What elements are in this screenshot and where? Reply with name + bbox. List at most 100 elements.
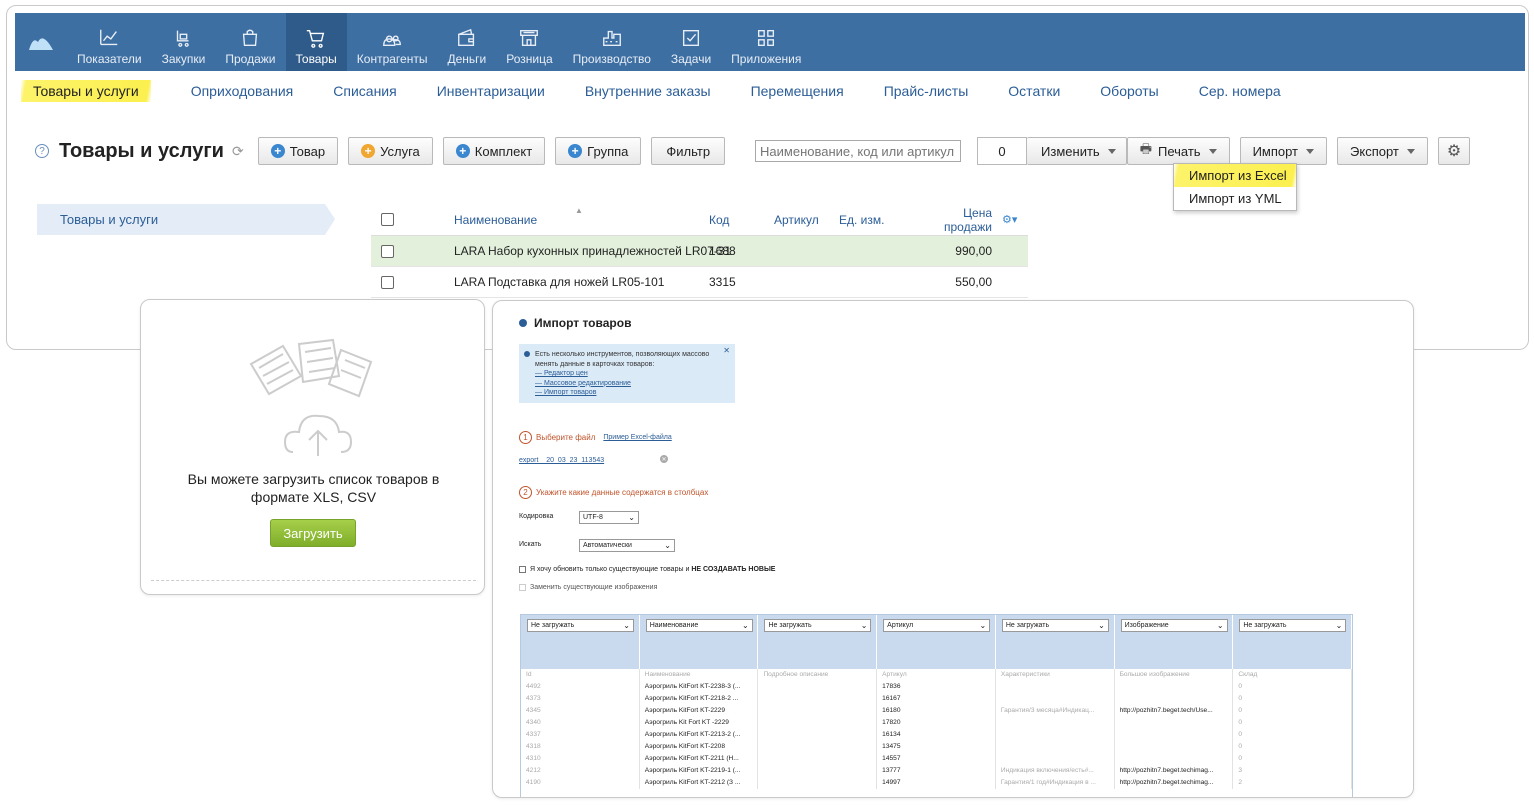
column-unit[interactable]: Ед. изм.	[839, 213, 884, 227]
column-type-select[interactable]: Артикул	[883, 619, 991, 632]
search-input[interactable]	[755, 140, 962, 162]
mapping-column: Наименование	[640, 615, 759, 669]
subnav-item-5[interactable]: Перемещения	[751, 83, 844, 99]
price-editor-link[interactable]: — Редактор цен	[535, 369, 727, 379]
preview-cell	[996, 681, 1115, 693]
preview-cell	[996, 741, 1115, 753]
preview-row: 4318 Аэрогриль KitFort KT-2208 13475 0	[521, 741, 1353, 753]
subnav-item-6[interactable]: Прайс-листы	[884, 83, 969, 99]
import-yml-item[interactable]: Импорт из YML	[1174, 187, 1296, 210]
replace-images-option[interactable]: Заменить существующие изображения	[519, 584, 657, 591]
preview-cell: Большое изображение	[1115, 669, 1234, 681]
subnav-item-2[interactable]: Списания	[333, 83, 396, 99]
column-type-select[interactable]: Не загружать	[764, 619, 872, 632]
edit-button[interactable]: Изменить	[1027, 137, 1127, 165]
upload-button[interactable]: Загрузить	[270, 519, 356, 547]
filter-button[interactable]: Фильтр	[651, 137, 726, 165]
select-all-checkbox[interactable]	[381, 213, 394, 226]
example-file-link[interactable]: Пример Excel-файла	[603, 434, 671, 441]
print-button[interactable]: 🖶 Печать	[1126, 137, 1230, 165]
nav-item-0[interactable]: Показатели	[67, 13, 152, 71]
product-name[interactable]: LARA Подставка для ножей LR05-101	[454, 275, 664, 289]
preview-cell: 2	[1233, 777, 1353, 789]
nav-item-8[interactable]: Задачи	[661, 13, 721, 71]
product-name[interactable]: LARA Набор кухонных принадлежностей LR07…	[454, 244, 731, 258]
add-kit-button[interactable]: + Комплект	[442, 137, 546, 165]
mass-edit-link[interactable]: — Массовое редактирование	[535, 379, 727, 389]
column-type-select[interactable]: Не загружать	[1001, 619, 1109, 632]
nav-item-7[interactable]: Производство	[563, 13, 661, 71]
column-type-select[interactable]: Не загружать	[1239, 619, 1347, 632]
selected-counter: 0	[977, 137, 1028, 165]
add-group-button[interactable]: + Группа	[555, 137, 642, 165]
row-checkbox[interactable]	[381, 275, 394, 289]
column-type-select[interactable]: Наименование	[645, 619, 753, 632]
preview-cell: 13475	[877, 741, 996, 753]
update-only-checkbox[interactable]	[519, 566, 526, 573]
preview-cell: 0	[1233, 681, 1353, 693]
search-by-select[interactable]: Автоматически	[579, 539, 675, 552]
refresh-icon[interactable]: ⟳	[232, 143, 244, 160]
subnav-item-3[interactable]: Инвентаризации	[437, 83, 545, 99]
table-row[interactable]: LARA Подставка для ножей LR05-101 3315 5…	[371, 267, 1028, 298]
column-settings-icon[interactable]: ⚙▾	[1002, 213, 1017, 226]
logo-icon[interactable]	[15, 13, 67, 71]
tasks-icon	[682, 29, 700, 47]
subnav-item-7[interactable]: Остатки	[1008, 83, 1060, 99]
nav-item-1[interactable]: Закупки	[152, 13, 216, 71]
add-product-button[interactable]: + Товар	[257, 137, 339, 165]
add-service-button[interactable]: + Услуга	[348, 137, 433, 165]
nav-item-9[interactable]: Приложения	[721, 13, 811, 71]
preview-cell	[758, 753, 878, 765]
encoding-select[interactable]: UTF-8	[579, 511, 639, 524]
preview-cell	[758, 717, 878, 729]
nav-label: Продажи	[225, 52, 276, 66]
preview-cell: Аэрогриль KitFort KT-2229	[640, 705, 759, 717]
nav-label: Товары	[295, 52, 337, 66]
sidebar-folder[interactable]: Товары и услуги	[37, 204, 335, 235]
chevron-down-icon	[1306, 148, 1315, 154]
remove-file-icon[interactable]: ✕	[660, 455, 668, 463]
nav-item-2[interactable]: Продажи	[215, 13, 285, 71]
close-icon[interactable]: ✕	[723, 346, 730, 356]
import-dropdown: Импорт из Excel Импорт из YML	[1173, 163, 1297, 211]
column-name[interactable]: Наименование	[454, 213, 537, 227]
nav-item-3[interactable]: Товары	[285, 13, 347, 71]
mapping-column: Не загружать	[758, 615, 878, 669]
subnav-item-9[interactable]: Сер. номера	[1199, 83, 1281, 99]
preview-cell: 14997	[877, 777, 996, 789]
subnav-item-1[interactable]: Оприходования	[191, 83, 294, 99]
step-number: 2	[519, 486, 532, 499]
column-type-select[interactable]: Изображение	[1120, 619, 1228, 632]
subnav-item-0[interactable]: Товары и услуги	[21, 80, 151, 102]
column-code[interactable]: Код	[709, 213, 729, 227]
settings-button[interactable]: ⚙	[1437, 137, 1471, 165]
nav-item-5[interactable]: Деньги	[437, 13, 496, 71]
row-checkbox[interactable]	[381, 244, 394, 258]
table-row[interactable]: LARA Набор кухонных принадлежностей LR07…	[371, 236, 1028, 267]
preview-cell: Наименование	[640, 669, 759, 681]
import-excel-item[interactable]: Импорт из Excel	[1174, 164, 1296, 187]
nav-label: Контрагенты	[356, 52, 428, 66]
subnav-item-8[interactable]: Обороты	[1100, 83, 1158, 99]
add-service-label: Услуга	[380, 143, 420, 159]
selected-file-link[interactable]: export__20_03_23_113543	[519, 457, 604, 464]
help-icon[interactable]	[519, 319, 527, 327]
column-type-select[interactable]: Не загружать	[527, 619, 634, 632]
plus-icon: +	[568, 144, 583, 158]
preview-cell	[758, 681, 878, 693]
import-products-link[interactable]: — Импорт товаров	[535, 388, 727, 398]
nav-item-4[interactable]: Контрагенты	[347, 13, 438, 71]
import-button[interactable]: Импорт	[1239, 137, 1328, 165]
replace-images-checkbox[interactable]	[519, 584, 526, 591]
column-price[interactable]: Цена продажи	[921, 206, 992, 234]
nav-item-6[interactable]: Розница	[496, 13, 562, 71]
update-only-option[interactable]: Я хочу обновить только существующие това…	[519, 566, 775, 573]
preview-cell: 14557	[877, 753, 996, 765]
column-article[interactable]: Артикул	[774, 213, 819, 227]
preview-cell: Id	[521, 669, 640, 681]
subnav-item-4[interactable]: Внутренние заказы	[585, 83, 711, 99]
help-icon[interactable]: ?	[35, 144, 49, 158]
preview-cell: http://pozhitn7.beget.techimag...	[1115, 777, 1234, 789]
export-button[interactable]: Экспорт	[1337, 137, 1428, 165]
